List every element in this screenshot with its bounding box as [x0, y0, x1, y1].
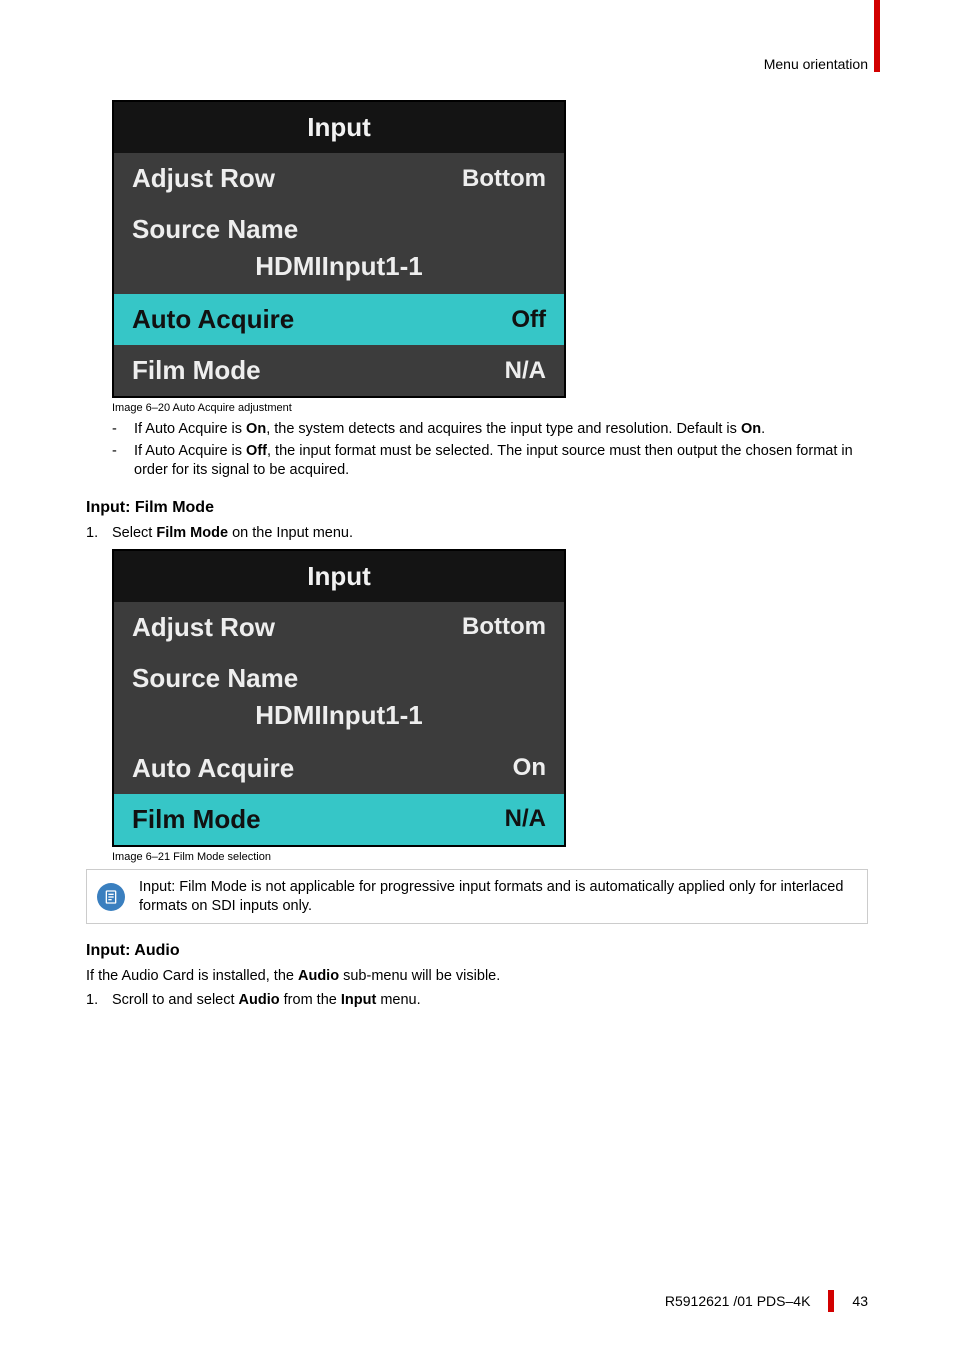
list-item: - If Auto Acquire is On, the system dete… [112, 420, 868, 440]
menu-row-source-value: HDMIInput1-1 [114, 694, 564, 743]
image-caption: Image 6–21 Film Mode selection [112, 851, 868, 863]
step-number: 1. [86, 992, 112, 1008]
menu-panel-auto-acquire: Input Adjust Row Bottom Source Name HDMI… [112, 100, 566, 398]
menu-row-label: Auto Acquire [132, 753, 294, 784]
page-footer: R5912621 /01 PDS–4K 43 [665, 1290, 868, 1312]
menu-title: Input [114, 551, 564, 602]
section-heading-film-mode: Input: Film Mode [86, 499, 868, 517]
doc-id: R5912621 /01 PDS–4K [665, 1293, 811, 1309]
menu-title: Input [114, 102, 564, 153]
menu-row-value: Off [511, 306, 546, 334]
bullet-list: - If Auto Acquire is On, the system dete… [112, 420, 868, 481]
bullet-dash: - [112, 420, 134, 440]
bullet-dash: - [112, 442, 134, 481]
accent-stripe [874, 0, 880, 72]
page-number: 43 [852, 1293, 868, 1309]
paragraph: If the Audio Card is installed, the Audi… [86, 968, 868, 984]
step-item: 1. Select Film Mode on the Input menu. [86, 525, 868, 541]
menu-row-auto-acquire[interactable]: Auto Acquire Off [114, 294, 564, 345]
menu-row-auto-acquire[interactable]: Auto Acquire On [114, 743, 564, 794]
menu-row-source-value: HDMIInput1-1 [114, 245, 564, 294]
menu-row-label: Source Name [132, 663, 298, 694]
breadcrumb: Menu orientation [86, 56, 868, 72]
section-heading-audio: Input: Audio [86, 942, 868, 960]
step-number: 1. [86, 525, 112, 541]
menu-row-value: Bottom [462, 165, 546, 193]
step-text: Select Film Mode on the Input menu. [112, 525, 353, 541]
menu-row-label: Film Mode [132, 355, 261, 386]
menu-row-label: Auto Acquire [132, 304, 294, 335]
list-item: - If Auto Acquire is Off, the input form… [112, 442, 868, 481]
menu-row-label: Adjust Row [132, 163, 275, 194]
menu-row-label: Film Mode [132, 804, 261, 835]
menu-row-adjust[interactable]: Adjust Row Bottom [114, 602, 564, 653]
step-item: 1. Scroll to and select Audio from the I… [86, 992, 868, 1008]
menu-row-source[interactable]: Source Name [114, 653, 564, 694]
menu-row-film-mode[interactable]: Film Mode N/A [114, 794, 564, 845]
menu-row-film-mode[interactable]: Film Mode N/A [114, 345, 564, 396]
image-caption: Image 6–20 Auto Acquire adjustment [112, 402, 868, 414]
menu-row-value: N/A [505, 805, 546, 833]
note-box: Input: Film Mode is not applicable for p… [86, 869, 868, 925]
menu-row-source[interactable]: Source Name [114, 204, 564, 245]
menu-row-label: Adjust Row [132, 612, 275, 643]
bullet-text: If Auto Acquire is On, the system detect… [134, 420, 765, 440]
step-text: Scroll to and select Audio from the Inpu… [112, 992, 421, 1008]
menu-row-value: N/A [505, 357, 546, 385]
accent-bar [828, 1290, 834, 1312]
menu-row-value: Bottom [462, 613, 546, 641]
menu-row-adjust[interactable]: Adjust Row Bottom [114, 153, 564, 204]
note-icon [97, 883, 125, 911]
note-text: Input: Film Mode is not applicable for p… [139, 878, 857, 916]
menu-row-value: On [513, 754, 546, 782]
bullet-text: If Auto Acquire is Off, the input format… [134, 442, 868, 481]
menu-panel-film-mode: Input Adjust Row Bottom Source Name HDMI… [112, 549, 566, 847]
menu-row-label: Source Name [132, 214, 298, 245]
